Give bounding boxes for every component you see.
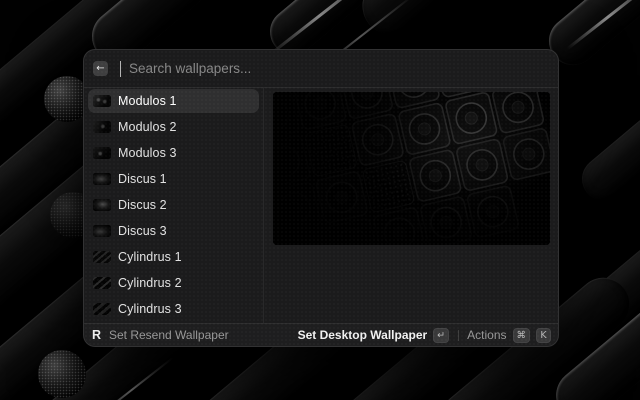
- back-arrow-icon: ←: [96, 64, 104, 74]
- capsule-shape: [573, 54, 640, 210]
- wallpaper-preview-image: [273, 92, 550, 245]
- wallpaper-thumbnail: [93, 173, 111, 185]
- list-item-label: Modulos 3: [118, 146, 177, 160]
- wallpaper-picker-window: ← Modulos 1 Modulos 2 Modulos 3 Discus 1…: [83, 49, 559, 347]
- enter-key-icon: ↵: [433, 328, 449, 343]
- preview-pane: [264, 88, 559, 323]
- resend-logo-icon: R: [90, 329, 103, 342]
- action-bar-left: R Set Resend Wallpaper: [90, 328, 298, 342]
- list-item-label: Discus 3: [118, 224, 167, 238]
- wallpaper-thumbnail: [93, 303, 111, 315]
- set-resend-wallpaper-action[interactable]: Set Resend Wallpaper: [109, 328, 229, 342]
- list-item[interactable]: Cylindrus 2: [88, 271, 259, 295]
- list-item-label: Discus 2: [118, 198, 167, 212]
- list-item[interactable]: Modulos 2: [88, 115, 259, 139]
- list-item[interactable]: Discus 2: [88, 193, 259, 217]
- text-cursor: [120, 61, 121, 77]
- wallpaper-thumbnail: [93, 277, 111, 289]
- footer-divider: [458, 330, 459, 341]
- list-item[interactable]: Cylindrus 3: [88, 297, 259, 321]
- wallpaper-list: Modulos 1 Modulos 2 Modulos 3 Discus 1 D…: [84, 88, 264, 323]
- list-item[interactable]: Modulos 1: [88, 89, 259, 113]
- list-item-label: Discus 1: [118, 172, 167, 186]
- list-item-label: Cylindrus 1: [118, 250, 182, 264]
- set-desktop-wallpaper-action[interactable]: Set Desktop Wallpaper: [298, 328, 428, 342]
- back-button[interactable]: ←: [93, 61, 108, 76]
- list-item-label: Modulos 2: [118, 120, 177, 134]
- list-item[interactable]: Modulos 3: [88, 141, 259, 165]
- list-item[interactable]: Discus 3: [88, 219, 259, 243]
- action-bar: R Set Resend Wallpaper Set Desktop Wallp…: [84, 323, 558, 346]
- search-bar: ←: [84, 50, 558, 88]
- capsule-shape: [351, 0, 580, 47]
- command-key-icon: ⌘: [513, 328, 531, 343]
- list-item[interactable]: Discus 1: [88, 167, 259, 191]
- wallpaper-thumbnail: [93, 121, 111, 133]
- wallpaper-thumbnail: [93, 95, 111, 107]
- list-item[interactable]: Cylindrus 1: [88, 245, 259, 269]
- wallpaper-thumbnail: [93, 147, 111, 159]
- wallpaper-thumbnail: [93, 199, 111, 211]
- desktop: ← Modulos 1 Modulos 2 Modulos 3 Discus 1…: [0, 0, 640, 400]
- list-item-label: Cylindrus 3: [118, 302, 182, 316]
- search-input[interactable]: [129, 61, 546, 76]
- actions-menu-button[interactable]: Actions: [467, 328, 506, 342]
- wallpaper-thumbnail: [93, 251, 111, 263]
- k-key-icon: K: [536, 328, 551, 343]
- palette-body: Modulos 1 Modulos 2 Modulos 3 Discus 1 D…: [84, 88, 558, 323]
- wallpaper-thumbnail: [93, 225, 111, 237]
- action-bar-right: Set Desktop Wallpaper ↵ Actions ⌘ K: [298, 328, 551, 343]
- capsule-end-sphere: [38, 350, 86, 398]
- list-item-label: Modulos 1: [118, 94, 177, 108]
- list-item-label: Cylindrus 2: [118, 276, 182, 290]
